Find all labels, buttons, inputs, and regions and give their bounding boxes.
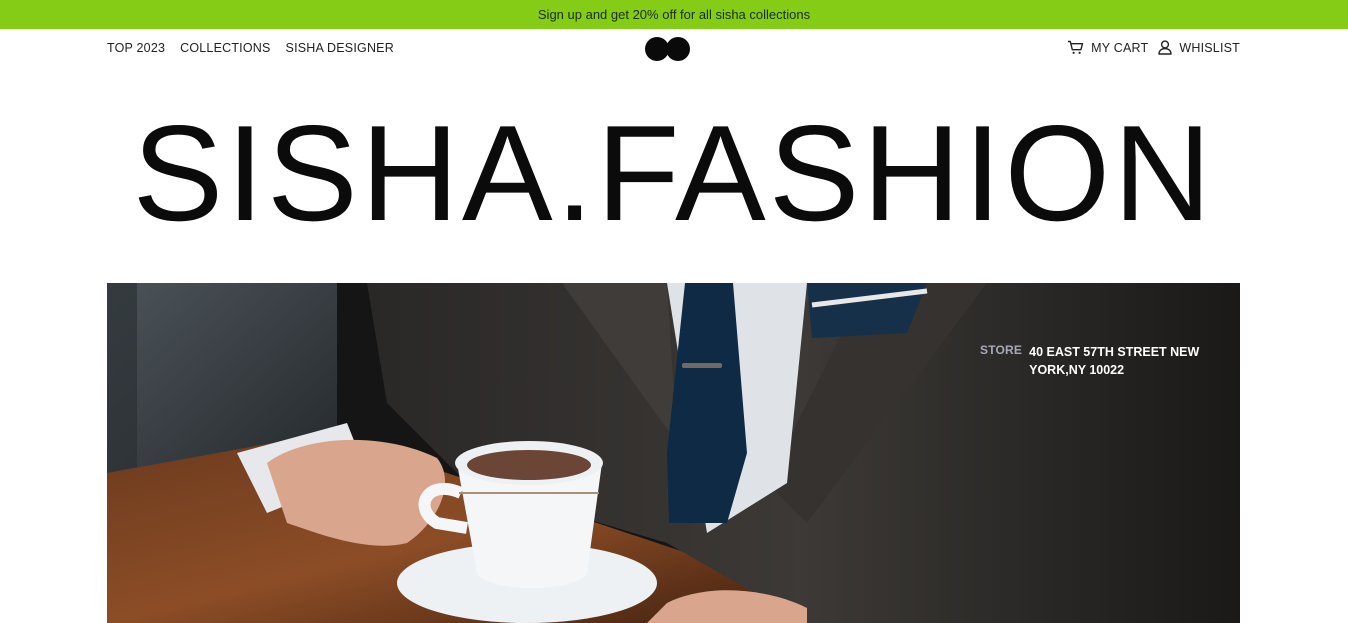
hero-banner: STORE 40 EAST 57TH STREET NEW YORK,NY 10…	[107, 283, 1240, 623]
nav-link-sisha-designer[interactable]: SISHA DESIGNER	[286, 41, 394, 55]
wishlist-button[interactable]: WHISLIST	[1158, 40, 1240, 55]
cart-button[interactable]: MY CART	[1067, 40, 1148, 55]
logo-circle-right	[666, 37, 690, 61]
store-label: STORE	[980, 343, 1023, 357]
hero-image	[107, 283, 1240, 623]
promo-banner: Sign up and get 20% off for all sisha co…	[0, 0, 1348, 29]
nav-actions: MY CART WHISLIST	[1067, 40, 1240, 55]
brand-title: SISHA.FASHION	[132, 97, 1215, 249]
store-address: 40 EAST 57TH STREET NEW YORK,NY 10022	[1029, 345, 1200, 377]
nav-link-top-2023[interactable]: TOP 2023	[107, 41, 165, 55]
wishlist-label: WHISLIST	[1179, 40, 1240, 55]
site-logo[interactable]	[644, 37, 692, 61]
top-navigation: TOP 2023 COLLECTIONS SISHA DESIGNER MY C…	[0, 29, 1348, 69]
user-icon	[1158, 40, 1173, 55]
cart-icon	[1067, 40, 1084, 55]
store-info: STORE 40 EAST 57TH STREET NEW YORK,NY 10…	[980, 343, 1201, 379]
nav-links: TOP 2023 COLLECTIONS SISHA DESIGNER	[107, 41, 394, 55]
promo-text: Sign up and get 20% off for all sisha co…	[537, 7, 811, 22]
cart-label: MY CART	[1091, 40, 1149, 55]
nav-link-collections[interactable]: COLLECTIONS	[180, 41, 270, 55]
